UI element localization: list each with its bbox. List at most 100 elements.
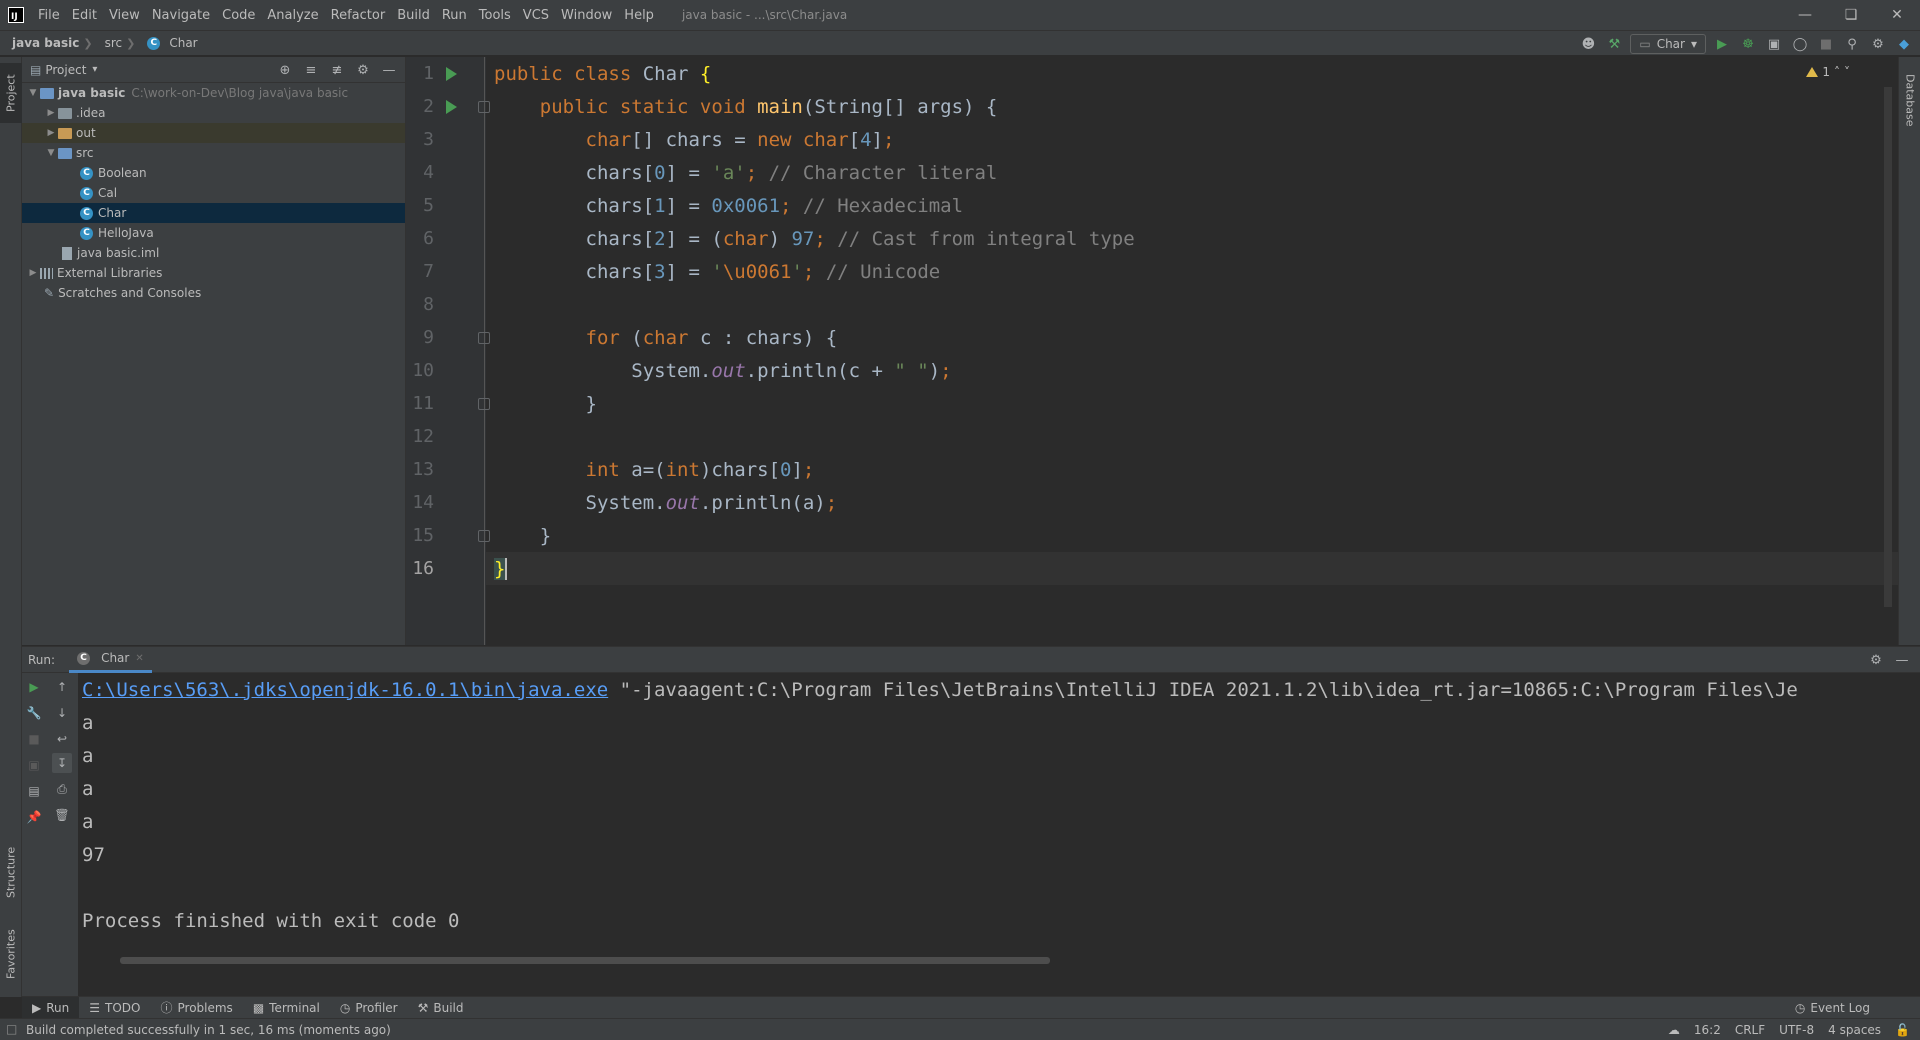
code-line[interactable]: 2 public static void main(String[] args)…	[406, 90, 1886, 123]
tree-item-external-libraries[interactable]: ▶ External Libraries	[22, 263, 405, 283]
stop-icon[interactable]: ■	[1816, 34, 1836, 54]
run-config-select[interactable]: ▭ Char ▾	[1630, 34, 1706, 54]
code-line[interactable]: 1 public class Char {	[406, 57, 1886, 90]
code-line[interactable]: 7 chars[3] = '\u0061'; // Unicode	[406, 255, 1886, 288]
stop-icon[interactable]: ■	[24, 729, 44, 749]
indent-setting[interactable]: 4 spaces	[1828, 1023, 1881, 1037]
menu-build[interactable]: Build	[391, 8, 436, 23]
breadcrumb-project[interactable]: java basic	[0, 36, 79, 50]
locate-icon[interactable]: ⊕	[275, 60, 295, 80]
code-line[interactable]: 10 System.out.println(c + " ");	[406, 354, 1886, 387]
bottom-tab-problems[interactable]: ⓘ Problems	[150, 997, 242, 1019]
print-icon[interactable]: ⎙	[52, 779, 72, 799]
wrench-icon[interactable]: 🔧	[24, 703, 44, 723]
hide-icon[interactable]: —	[1892, 650, 1912, 670]
fold-icon[interactable]	[478, 101, 490, 113]
file-encoding[interactable]: UTF-8	[1779, 1023, 1814, 1037]
run-gutter-icon[interactable]	[446, 67, 457, 81]
chevron-right-icon[interactable]: ▶	[44, 108, 58, 118]
search-icon[interactable]: ⚲	[1842, 34, 1862, 54]
code-line[interactable]: 8	[406, 288, 1886, 321]
bottom-tab-todo[interactable]: ☰ TODO	[79, 997, 150, 1019]
toolbox-icon[interactable]: ◆	[1894, 34, 1914, 54]
code-line-current[interactable]: 16 }	[406, 552, 1886, 585]
bottom-tab-terminal[interactable]: ▩ Terminal	[243, 997, 330, 1019]
menu-analyze[interactable]: Analyze	[261, 8, 324, 23]
fold-icon[interactable]	[478, 530, 490, 542]
menu-view[interactable]: View	[103, 8, 146, 23]
chevron-right-icon[interactable]: ▶	[44, 128, 58, 138]
breadcrumb-src[interactable]: src	[93, 36, 123, 50]
tab-favorites[interactable]: Favorites	[0, 919, 22, 989]
run-gutter-icon[interactable]	[446, 100, 457, 114]
tree-item-hellojava[interactable]: C HelloJava	[22, 223, 405, 243]
project-panel-title[interactable]: Project	[45, 63, 86, 77]
code-line[interactable]: 5 chars[1] = 0x0061; // Hexadecimal	[406, 189, 1886, 222]
code-line[interactable]: 14 System.out.println(a);	[406, 486, 1886, 519]
chevron-up-icon[interactable]: ˄	[1834, 65, 1840, 79]
scroll-to-end-icon[interactable]: ↧	[52, 753, 72, 773]
minimize-icon[interactable]: —	[1782, 0, 1828, 30]
code-line[interactable]: 3 char[] chars = new char[4];	[406, 123, 1886, 156]
profile-icon[interactable]: ◯	[1790, 34, 1810, 54]
layout-icon[interactable]: ▤	[24, 781, 44, 801]
code-line[interactable]: 13 int a=(int)chars[0];	[406, 453, 1886, 486]
status-toggle-icon[interactable]: □	[6, 1022, 17, 1036]
expand-all-icon[interactable]: ≡	[301, 60, 321, 80]
collapse-all-icon[interactable]: ≢	[327, 60, 347, 80]
settings-gear-icon[interactable]: ⚙	[1866, 650, 1886, 670]
intellij-logo-icon[interactable]: IJ	[8, 7, 24, 23]
tab-project[interactable]: Project	[0, 63, 22, 123]
code-line[interactable]: 4 chars[0] = 'a'; // Character literal	[406, 156, 1886, 189]
code-line[interactable]: 12	[406, 420, 1886, 453]
code-line[interactable]: 11 }	[406, 387, 1886, 420]
menu-run[interactable]: Run	[436, 8, 473, 23]
arrow-up-icon[interactable]: ↑	[52, 677, 72, 697]
soft-wrap-icon[interactable]: ↩	[52, 729, 72, 749]
tree-item-src[interactable]: ▼ src	[22, 143, 405, 163]
tree-item-idea[interactable]: ▶ .idea	[22, 103, 405, 123]
menu-refactor[interactable]: Refactor	[325, 8, 392, 23]
menu-vcs[interactable]: VCS	[517, 8, 555, 23]
menu-code[interactable]: Code	[216, 8, 261, 23]
menu-navigate[interactable]: Navigate	[146, 8, 216, 23]
bottom-tab-profiler[interactable]: ◷ Profiler	[330, 997, 408, 1019]
menu-help[interactable]: Help	[618, 8, 660, 23]
tree-item-char[interactable]: C Char	[22, 203, 405, 223]
code-line[interactable]: 15 }	[406, 519, 1886, 552]
tree-item-iml[interactable]: java basic.iml	[22, 243, 405, 263]
tree-item-scratches[interactable]: ✎ Scratches and Consoles	[22, 283, 405, 303]
pin-icon[interactable]: 📌	[24, 807, 44, 827]
status-message[interactable]: Build completed successfully in 1 sec, 1…	[26, 1023, 391, 1037]
code-line[interactable]: 6 chars[2] = (char) 97; // Cast from int…	[406, 222, 1886, 255]
menu-edit[interactable]: Edit	[66, 8, 103, 23]
tree-item-out[interactable]: ▶ out	[22, 123, 405, 143]
settings-gear-icon[interactable]: ⚙	[1868, 34, 1888, 54]
lock-icon[interactable]: 🔓	[1895, 1023, 1910, 1037]
chevron-down-icon[interactable]: ▼	[26, 88, 40, 98]
run-icon[interactable]: ▶	[1712, 34, 1732, 54]
tree-item-java-basic[interactable]: ▼ java basic C:\work-on-Dev\Blog java\ja…	[22, 83, 405, 103]
trash-icon[interactable]: 🗑	[52, 805, 72, 825]
build-hammer-icon[interactable]: ⚒	[1604, 34, 1624, 54]
chevron-down-icon[interactable]: ▾	[92, 64, 97, 75]
restore-icon[interactable]: ❏	[1828, 0, 1874, 30]
fold-icon[interactable]	[478, 398, 490, 410]
debug-icon[interactable]: ☸	[1738, 34, 1758, 54]
close-tab-icon[interactable]: ✕	[135, 653, 143, 664]
bottom-tab-run[interactable]: ▶ Run	[22, 996, 80, 1019]
settings-gear-icon[interactable]: ⚙	[353, 60, 373, 80]
tab-structure[interactable]: Structure	[0, 837, 22, 907]
chevron-right-icon[interactable]: ▶	[26, 268, 40, 278]
coverage-icon[interactable]: ▣	[1764, 34, 1784, 54]
user-icon[interactable]: ☻	[1578, 34, 1598, 54]
editor-scrollbar[interactable]	[1884, 87, 1892, 607]
tab-database[interactable]: Database	[1899, 65, 1920, 135]
chevron-down-icon[interactable]: ▼	[44, 148, 58, 158]
hide-icon[interactable]: —	[379, 60, 399, 80]
bottom-tab-build[interactable]: ⚒ Build	[408, 997, 474, 1019]
code-line[interactable]: 9 for (char c : chars) {	[406, 321, 1886, 354]
git-icon[interactable]: ☁	[1668, 1023, 1680, 1037]
restore-layout-icon[interactable]: ▣	[24, 755, 44, 775]
java-exe-link[interactable]: C:\Users\563\.jdks\openjdk-16.0.1\bin\ja…	[82, 679, 608, 701]
